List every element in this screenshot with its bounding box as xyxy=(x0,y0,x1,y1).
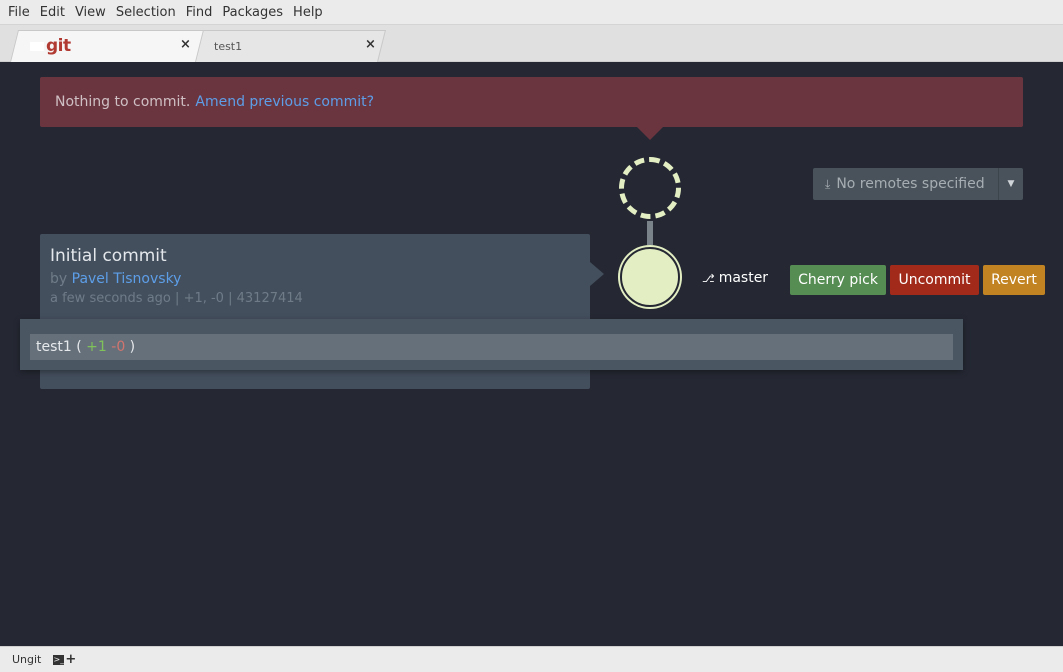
uncommit-button[interactable]: Uncommit xyxy=(890,265,979,295)
remotes-label: No remotes specified xyxy=(836,176,985,192)
tab-ungit-close-icon[interactable]: × xyxy=(180,37,191,52)
commit-author-line: by Pavel Tisnovsky xyxy=(50,271,181,287)
branch-master[interactable]: ⎇ master xyxy=(702,270,768,286)
ungit-logo-mark-icon xyxy=(30,41,44,51)
amend-commit-link[interactable]: Amend previous commit? xyxy=(195,94,374,110)
nothing-to-commit-alert: Nothing to commit. Amend previous commit… xyxy=(40,77,1023,127)
commit-meta-sep: | xyxy=(228,291,233,306)
tab-test1-label: test1 xyxy=(214,39,243,53)
commit-hash[interactable]: 43127414 xyxy=(237,291,303,306)
commit-meta-sep: | xyxy=(175,291,180,306)
menu-packages[interactable]: Packages xyxy=(217,0,288,25)
tab-test1-close-icon[interactable]: × xyxy=(365,37,376,52)
tab-ungit[interactable]: git xyxy=(30,30,71,62)
graph-edge xyxy=(647,221,653,245)
menu-selection[interactable]: Selection xyxy=(111,0,181,25)
remotes-dropdown-toggle[interactable]: ▼ xyxy=(998,168,1023,200)
menu-help[interactable]: Help xyxy=(288,0,328,25)
alert-pointer xyxy=(636,126,664,140)
menu-find[interactable]: Find xyxy=(181,0,218,25)
menu-edit[interactable]: Edit xyxy=(35,0,70,25)
new-commit-node[interactable] xyxy=(619,157,681,219)
commit-author-link[interactable]: Pavel Tisnovsky xyxy=(72,271,182,287)
commit-diffstat: +1, -0 xyxy=(183,291,224,306)
menu-bar: File Edit View Selection Find Packages H… xyxy=(0,0,1063,25)
file-row[interactable]: test1 ( +1 -0 ) xyxy=(30,334,953,360)
remotes-button[interactable]: ⤓ No remotes specified xyxy=(813,168,998,200)
download-icon: ⤓ xyxy=(825,176,831,191)
tab-bar: git × test1 × xyxy=(0,25,1063,62)
menu-file[interactable]: File xyxy=(3,0,35,25)
branch-label: master xyxy=(718,270,769,286)
ungit-logo: git xyxy=(46,36,71,56)
commit-time: a few seconds ago xyxy=(50,291,171,306)
alert-text: Nothing to commit. xyxy=(55,94,191,110)
file-name: test1 xyxy=(36,339,72,355)
status-bar: Ungit >_ + xyxy=(0,646,1063,672)
branch-icon: ⎇ xyxy=(702,271,715,285)
tab-test1[interactable]: test1 xyxy=(214,30,242,62)
status-label[interactable]: Ungit xyxy=(12,653,41,666)
commit-title: Initial commit xyxy=(50,246,167,266)
caret-down-icon: ▼ xyxy=(1007,179,1015,189)
file-added: +1 xyxy=(86,339,107,355)
terminal-add-icon[interactable]: >_ + xyxy=(53,652,76,667)
menu-view[interactable]: View xyxy=(70,0,111,25)
commit-node[interactable] xyxy=(620,247,680,307)
commit-by-label: by xyxy=(50,271,68,287)
file-removed: -0 xyxy=(111,339,126,355)
commit-meta: a few seconds ago | +1, -0 | 43127414 xyxy=(50,291,303,306)
revert-button[interactable]: Revert xyxy=(983,265,1045,295)
commit-card-pointer xyxy=(590,262,604,286)
cherry-pick-button[interactable]: Cherry pick xyxy=(790,265,886,295)
